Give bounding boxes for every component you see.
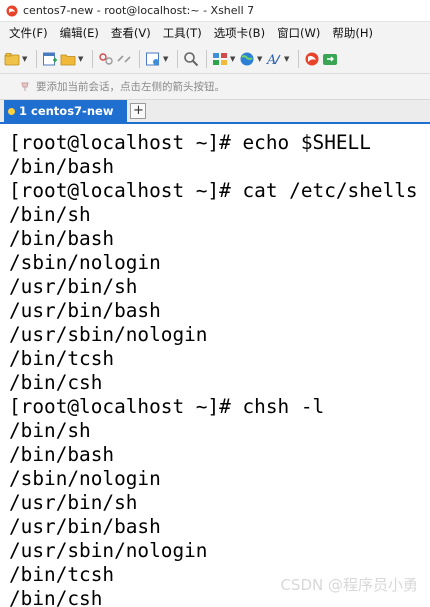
tab-centos7-new[interactable]: 1 centos7-new: [4, 100, 128, 122]
terminal-line: /usr/bin/bash: [9, 299, 161, 322]
xshell-button[interactable]: [304, 47, 320, 71]
xshell-logo-icon: [6, 5, 18, 16]
tab-label: 1 centos7-new: [19, 104, 114, 118]
layout-icon: [213, 52, 227, 65]
toolbar-divider: [92, 49, 93, 68]
window-title: centos7-new - root@localhost:~ - Xshell …: [23, 4, 255, 17]
menu-tabs[interactable]: 选项卡(B): [208, 25, 271, 41]
properties-icon: [146, 52, 159, 65]
font-icon: A: [266, 53, 281, 67]
terminal-line: /usr/bin/bash: [9, 515, 161, 538]
find-icon: [184, 51, 199, 66]
session-hint-bar: 要添加当前会话，点击左侧的箭头按钮。: [0, 74, 430, 100]
svg-text:A: A: [266, 53, 276, 67]
menu-file[interactable]: 文件(F): [4, 25, 54, 41]
terminal-line: /usr/sbin/nologin: [9, 539, 208, 562]
tab-bar: 1 centos7-new +: [0, 100, 430, 124]
xshell-icon: [305, 52, 319, 65]
layout-button[interactable]: ▼: [212, 47, 237, 71]
globe-icon: [240, 52, 254, 65]
xftp-icon: [323, 53, 337, 65]
chevron-down-icon[interactable]: ▼: [163, 55, 170, 63]
terminal-line: [root@localhost ~]# echo $SHELL: [9, 131, 371, 154]
terminal-line: /sbin/nologin: [9, 467, 161, 490]
folder-button[interactable]: ▼: [60, 47, 85, 71]
xftp-button[interactable]: [322, 47, 338, 71]
terminal-line: /bin/tcsh: [9, 347, 115, 370]
menu-window[interactable]: 窗口(W): [271, 25, 326, 41]
new-session-icon: [43, 52, 57, 65]
font-button[interactable]: A ▼: [266, 47, 291, 71]
terminal-output[interactable]: [root@localhost ~]# echo $SHELL /bin/bas…: [0, 131, 430, 607]
terminal-line: [root@localhost ~]# cat /etc/shells: [9, 179, 418, 202]
add-tab-button[interactable]: +: [130, 103, 147, 119]
find-button[interactable]: [183, 47, 199, 71]
color-scheme-button[interactable]: ▼: [239, 47, 264, 71]
terminal-line: /usr/bin/sh: [9, 275, 138, 298]
terminal-line: /bin/csh: [9, 371, 103, 394]
menu-bar: 文件(F) 编辑(E) 查看(V) 工具(T) 选项卡(B) 窗口(W) 帮助(…: [0, 22, 430, 44]
toolbar-divider: [177, 49, 178, 68]
chevron-down-icon[interactable]: ▼: [284, 55, 291, 63]
open-folder-icon: [4, 52, 20, 65]
title-bar: centos7-new - root@localhost:~ - Xshell …: [0, 0, 430, 22]
disconnect-button[interactable]: [116, 47, 132, 71]
toolbar-divider: [206, 49, 207, 68]
open-button[interactable]: ▼: [4, 47, 29, 71]
link-icon: [99, 52, 113, 65]
terminal-line: /bin/bash: [9, 443, 115, 466]
menu-view[interactable]: 查看(V): [105, 25, 157, 41]
session-status-icon: [8, 107, 15, 115]
terminal-line: /bin/sh: [9, 419, 91, 442]
reconnect-button[interactable]: [98, 47, 114, 71]
terminal-line: [root@localhost ~]# chsh -l: [9, 395, 325, 418]
terminal-line: /sbin/nologin: [9, 251, 161, 274]
toolbar-divider: [139, 49, 140, 68]
chevron-down-icon[interactable]: ▼: [257, 55, 264, 63]
properties-button[interactable]: ▼: [145, 47, 170, 71]
terminal-line: /bin/sh: [9, 203, 91, 226]
xshell-window: centos7-new - root@localhost:~ - Xshell …: [0, 0, 430, 607]
unlink-icon: [117, 54, 131, 63]
terminal-line: /bin/bash: [9, 155, 115, 178]
terminal-line: /bin/bash: [9, 227, 115, 250]
session-hint-text: 要添加当前会话，点击左侧的箭头按钮。: [36, 81, 225, 93]
chevron-down-icon[interactable]: ▼: [22, 55, 29, 63]
toolbar: ▼ ▼ ▼ ▼ ▼ A ▼: [0, 44, 430, 74]
new-session-button[interactable]: [42, 47, 58, 71]
menu-help[interactable]: 帮助(H): [326, 25, 379, 41]
toolbar-divider: [36, 49, 37, 68]
toolbar-divider: [298, 49, 299, 68]
terminal-line: /usr/bin/sh: [9, 491, 138, 514]
terminal-line: /usr/sbin/nologin: [9, 323, 208, 346]
menu-tools[interactable]: 工具(T): [157, 25, 208, 41]
pin-icon: [21, 82, 29, 91]
menu-edit[interactable]: 编辑(E): [54, 25, 105, 41]
folder-icon: [60, 54, 76, 65]
chevron-down-icon[interactable]: ▼: [230, 55, 237, 63]
chevron-down-icon[interactable]: ▼: [78, 55, 85, 63]
csdn-watermark: CSDN @程序员小勇: [280, 576, 418, 594]
